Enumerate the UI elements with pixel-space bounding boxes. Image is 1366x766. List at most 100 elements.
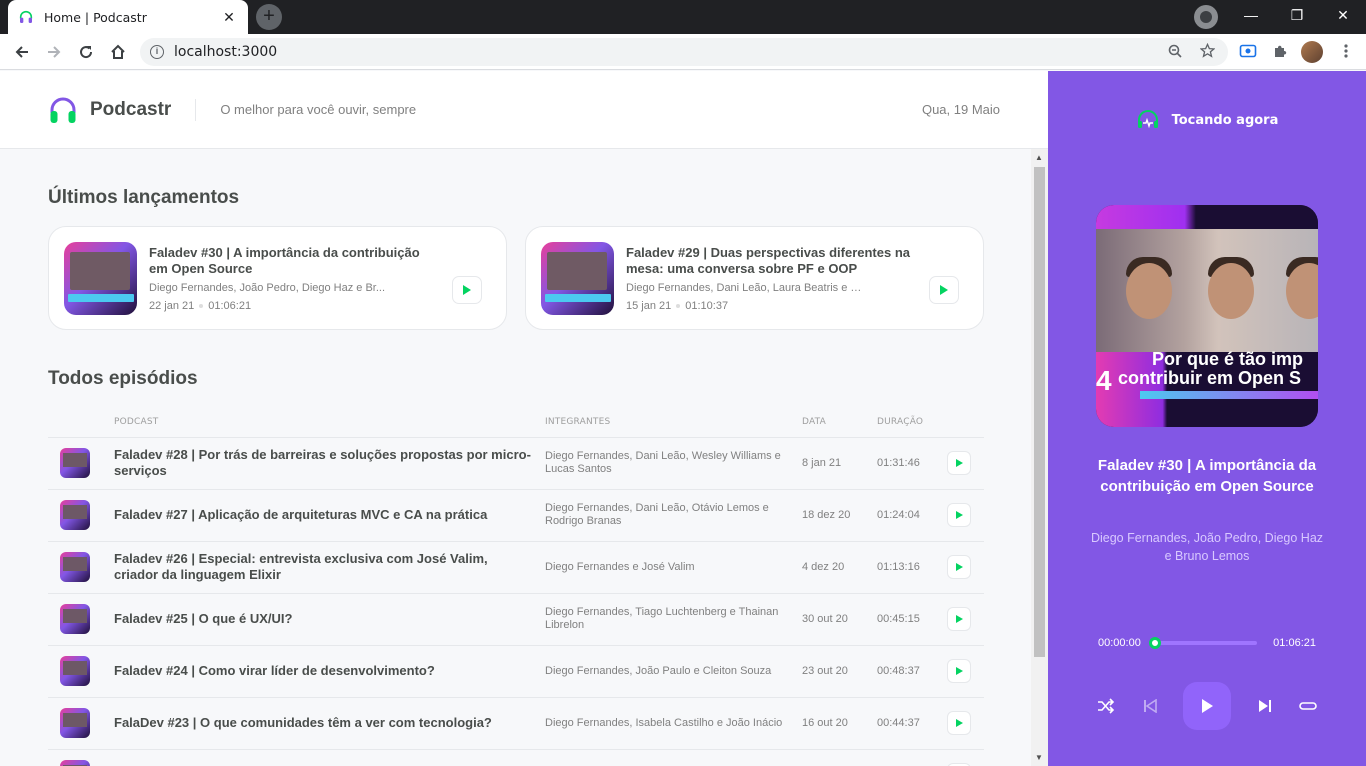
next-icon[interactable] [1255,696,1275,716]
episode-members: Diego Fernandes, João Pedro, Diego Haz e… [149,281,386,294]
col-thumb [48,407,114,438]
table-row: Faladev #26 | Especial: entrevista exclu… [48,541,984,594]
episode-thumbnail [60,604,90,634]
episode-duration: 01:24:04 [877,489,947,542]
restore-button[interactable]: ❐ [1274,0,1320,30]
play-icon [955,615,963,623]
episode-title-link[interactable]: Faladev #25 | O que é UX/UI? [114,593,545,646]
episode-title-link[interactable]: Faladev #27 | Aplicação de arquiteturas … [114,489,545,542]
episode-duration: 00:45:15 [877,593,947,646]
play-pause-button[interactable] [1183,682,1231,730]
episode-title-link[interactable]: FalaDev #23 | O que comunidades têm a ve… [114,697,545,750]
scroll-down-arrow-icon[interactable]: ▼ [1035,753,1043,762]
play-episode-button[interactable] [947,503,971,527]
play-episode-button[interactable] [452,276,482,304]
episode-members: Diego Fernandes, Dani Leão, Laura Beatri… [626,281,866,294]
episode-cover-image: 4 Por que é tão imp contribuir em Open S [1096,205,1318,427]
logo[interactable]: Podcastr [48,95,171,125]
episode-title-link[interactable]: Faladev #28 | Por trás de barreiras e so… [114,437,545,490]
progress-slider[interactable] [1148,637,1258,649]
star-icon[interactable] [1196,42,1218,61]
cover-number-text: 4 [1096,365,1112,396]
now-playing-label: Tocando agora [1171,112,1279,128]
current-time: 00:00:00 [1098,637,1141,649]
browser-titlebar: Home | Podcastr ✕ + — ❐ ✕ [0,0,1366,34]
all-episodes-table: Podcast Integrantes Data Duração Faladev… [48,407,984,766]
episode-card: Faladev #30 | A importância da contribui… [48,226,507,330]
browser-toolbar: i localhost:3000 [0,34,1366,70]
col-podcast: Podcast [114,407,545,438]
home-icon[interactable] [104,38,132,66]
scroll-up-arrow-icon[interactable]: ▲ [1035,153,1043,162]
current-date: Qua, 19 Maio [921,102,1000,117]
episode-thumbnail [60,448,90,478]
back-icon[interactable] [8,38,36,66]
extensions-puzzle-icon[interactable] [1270,43,1290,61]
home-content: Últimos lançamentos Faladev #30 | A impo… [48,149,984,766]
tagline: O melhor para você ouvir, sempre [220,102,417,117]
new-tab-button[interactable]: + [256,4,282,30]
episode-members: Diego Fernandes, Dani Leão, Wesley Willi… [545,437,802,490]
episode-thumbnail [60,552,90,582]
page-scrollbar[interactable]: ▲ ▼ [1031,149,1048,766]
tab-close-icon[interactable]: ✕ [220,9,238,26]
episode-date: 30 out 20 [802,593,877,646]
total-time: 01:06:21 [1273,637,1316,649]
episode-members: Diego Fernandes, João Paulo e Cleiton So… [545,645,802,698]
play-icon [955,563,963,571]
close-window-button[interactable]: ✕ [1320,0,1366,30]
chrome-menu-icon[interactable] [1336,43,1356,61]
header-divider [195,98,197,121]
col-action [947,407,984,438]
play-episode-button[interactable] [947,607,971,631]
episode-members: Diego Fernandes, Tiago Luchtenberg e Tha… [545,593,802,646]
play-episode-button[interactable] [947,555,971,579]
table-row: Faladev #25 | O que é UX/UI? Diego Ferna… [48,593,984,646]
playing-episode-title: Faladev #30 | A importância da contribui… [1097,457,1317,495]
previous-icon[interactable] [1140,696,1160,716]
table-row [48,749,984,766]
screencast-extension-icon[interactable] [1238,43,1258,61]
repeat-icon[interactable] [1298,696,1318,716]
forward-icon[interactable] [40,38,68,66]
address-bar[interactable]: i localhost:3000 [140,38,1228,66]
table-row: Faladev #28 | Por trás de barreiras e so… [48,437,984,490]
episode-title-link[interactable]: Faladev #26 | Especial: entrevista exclu… [114,541,545,594]
play-icon [940,285,948,295]
minimize-button[interactable]: — [1228,0,1274,30]
profile-avatar[interactable] [1301,41,1323,63]
episode-thumbnail [541,241,614,315]
cover-text-line2: contribuir em Open S [1118,368,1302,388]
episode-title-link[interactable]: Faladev #30 | A importância da contribui… [149,245,441,277]
play-episode-button[interactable] [929,276,959,304]
episode-title-link[interactable]: Faladev #24 | Como virar líder de desenv… [114,645,545,698]
tab-search-icon[interactable] [1194,5,1218,29]
table-row: FalaDev #23 | O que comunidades têm a ve… [48,697,984,750]
tab-title: Home | Podcastr [44,9,147,25]
episode-members: Diego Fernandes, Dani Leão, Otávio Lemos… [545,489,802,542]
zoom-icon[interactable] [1164,44,1186,61]
play-episode-button[interactable] [947,711,971,735]
browser-tab[interactable]: Home | Podcastr ✕ [8,0,248,34]
latest-releases-title: Últimos lançamentos [48,187,240,208]
play-icon [955,667,963,675]
table-row: Faladev #27 | Aplicação de arquiteturas … [48,489,984,542]
site-info-icon[interactable]: i [150,45,164,59]
progress-handle[interactable] [1148,637,1161,649]
app-header: Podcastr O melhor para você ouvir, sempr… [0,71,1048,149]
play-icon [955,511,963,519]
episode-date: 23 out 20 [802,645,877,698]
main-area: Podcastr O melhor para você ouvir, sempr… [0,71,1048,766]
episode-members: Diego Fernandes e José Valim [545,541,802,594]
shuffle-icon[interactable] [1096,696,1116,716]
play-episode-button[interactable] [947,659,971,683]
reload-icon[interactable] [72,38,100,66]
app-name: Podcastr [90,98,172,120]
play-icon [1202,699,1213,713]
episode-duration: 01:06:21 [208,299,252,312]
scrollbar-thumb[interactable] [1034,167,1045,657]
episode-thumbnail [60,708,90,738]
play-episode-button[interactable] [947,451,971,475]
episode-title-link[interactable]: Faladev #29 | Duas perspectivas diferent… [626,245,918,277]
episode-thumbnail [64,241,137,315]
